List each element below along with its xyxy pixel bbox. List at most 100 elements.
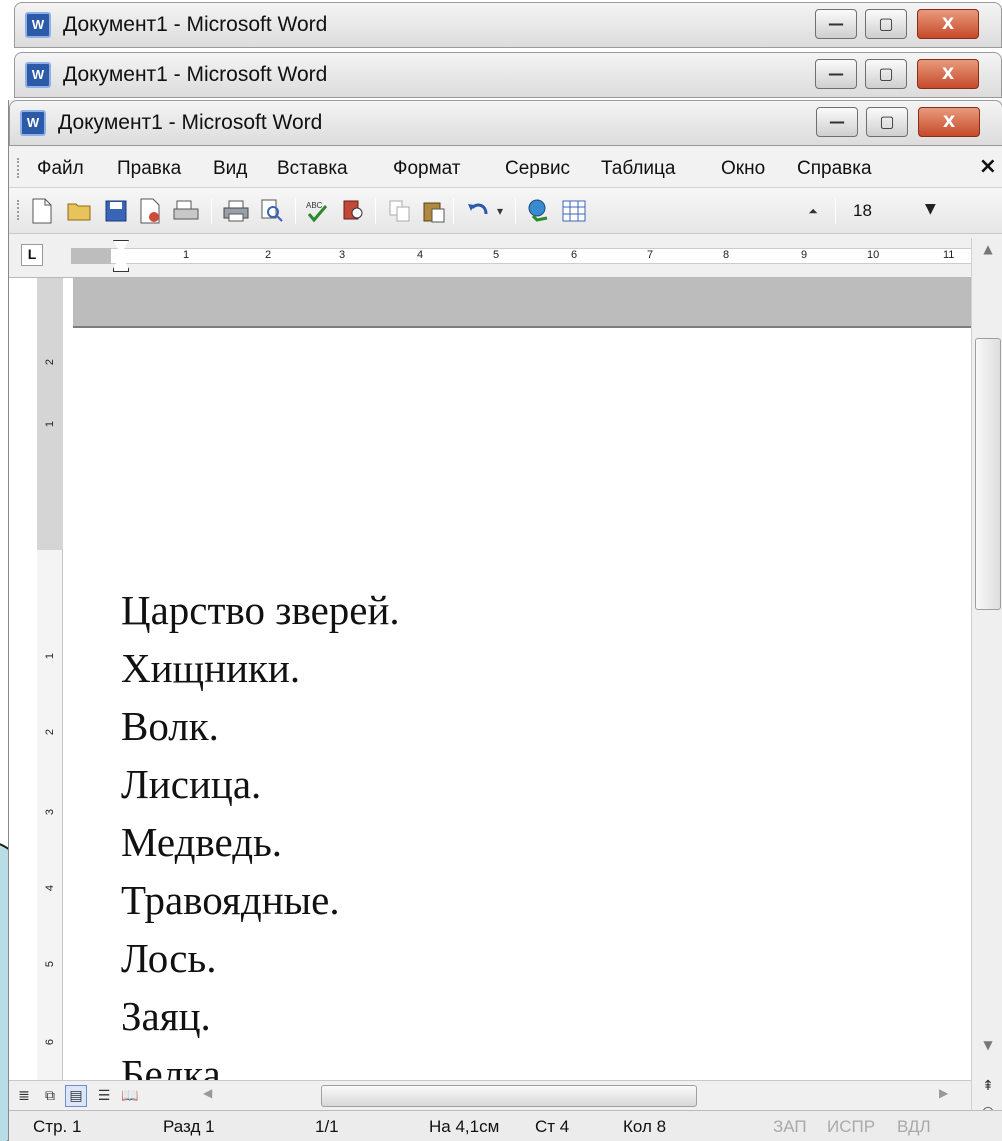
- maximize-button[interactable]: ▢: [866, 107, 908, 137]
- ruler-number: 8: [723, 249, 730, 261]
- menu-format[interactable]: Формат: [393, 158, 461, 180]
- menu-file[interactable]: Файл: [37, 158, 84, 180]
- spelling-icon[interactable]: ABC: [303, 196, 333, 226]
- save-icon[interactable]: [101, 196, 131, 226]
- close-button[interactable]: X: [917, 59, 979, 89]
- ruler-number: 9: [801, 249, 808, 261]
- document-area[interactable]: 2 1 1 2 3 4 5 6 7 Царство зверей. Хищник…: [9, 278, 971, 1121]
- main-window-titlebar[interactable]: W Документ1 - Microsoft Word — ▢ X: [9, 100, 1002, 146]
- vertical-ruler-number: 1: [44, 420, 56, 428]
- reading-layout-view-icon[interactable]: 📖: [119, 1085, 141, 1107]
- ruler-number: 11: [943, 249, 955, 261]
- vertical-ruler-number: 2: [44, 358, 56, 366]
- status-record[interactable]: ЗАП: [773, 1117, 807, 1137]
- menu-tools[interactable]: Сервис: [505, 158, 570, 180]
- vertical-scroll-thumb[interactable]: [975, 338, 1001, 610]
- status-bar: Стр. 1 Разд 1 1/1 На 4,1см Ст 4 Кол 8 ЗА…: [9, 1110, 1002, 1141]
- undo-icon[interactable]: [463, 196, 493, 226]
- print-layout-view-icon[interactable]: ▤: [65, 1085, 87, 1107]
- vertical-ruler-number: 2: [44, 728, 56, 736]
- minimize-button[interactable]: —: [816, 107, 858, 137]
- previous-page-icon[interactable]: ⇞: [974, 1078, 1002, 1094]
- maximize-button[interactable]: ▢: [865, 59, 907, 89]
- toolbar-separator: [453, 198, 454, 224]
- menu-window[interactable]: Окно: [721, 158, 765, 180]
- scroll-left-icon[interactable]: ◀: [203, 1086, 212, 1100]
- window-title: Документ1 - Microsoft Word: [63, 13, 328, 36]
- vertical-ruler-number: 5: [44, 960, 56, 968]
- copy-icon[interactable]: [385, 196, 415, 226]
- minimize-button[interactable]: —: [815, 59, 857, 89]
- menu-insert[interactable]: Вставка: [277, 158, 348, 180]
- hyperlink-icon[interactable]: [523, 196, 553, 226]
- scroll-up-icon[interactable]: ▲: [974, 242, 1002, 266]
- menu-grip[interactable]: [17, 158, 20, 178]
- minimize-button[interactable]: —: [815, 9, 857, 39]
- toolbar-options-icon[interactable]: ⏶: [805, 196, 821, 226]
- ruler-number: 10: [867, 249, 880, 261]
- word-app-icon: W: [25, 62, 51, 88]
- page-gap: [73, 278, 971, 328]
- vertical-scrollbar[interactable]: ▲ ▼ ⇞ ○ ⇟: [971, 238, 1002, 1141]
- web-layout-view-icon[interactable]: ⧉: [39, 1085, 61, 1107]
- ruler-number: 6: [571, 249, 578, 261]
- standard-toolbar: ABC ▾ ⏶ 18 ▼: [9, 188, 1002, 234]
- status-extend[interactable]: ВДЛ: [897, 1117, 931, 1137]
- document-line: Травоядные.: [121, 877, 340, 923]
- ruler-number: 7: [647, 249, 654, 261]
- window-title: Документ1 - Microsoft Word: [63, 63, 328, 86]
- toolbar-separator: [375, 198, 376, 224]
- permission-icon[interactable]: [135, 196, 165, 226]
- background-window-titlebar-1[interactable]: W Документ1 - Microsoft Word — ▢ X: [14, 2, 1002, 48]
- scroll-down-icon[interactable]: ▼: [974, 1038, 1002, 1062]
- vertical-ruler-number: 6: [44, 1038, 56, 1046]
- document-line: Лось.: [121, 935, 217, 981]
- open-folder-icon[interactable]: [65, 196, 95, 226]
- print-preview-icon[interactable]: [257, 196, 287, 226]
- horizontal-scroll-thumb[interactable]: [321, 1085, 697, 1107]
- word-window: W Документ1 - Microsoft Word — ▢ X Файл …: [8, 100, 1002, 1141]
- status-track-changes[interactable]: ИСПР: [827, 1117, 875, 1137]
- ruler-number: 2: [265, 249, 272, 261]
- menu-edit[interactable]: Правка: [117, 158, 181, 180]
- new-document-icon[interactable]: [27, 196, 57, 226]
- document-line: Медведь.: [121, 819, 283, 865]
- vertical-ruler-number: 4: [44, 884, 56, 892]
- document-line: Заяц.: [121, 993, 211, 1039]
- print-preview-mail-icon[interactable]: [171, 196, 201, 226]
- window-title: Документ1 - Microsoft Word: [58, 111, 323, 134]
- word-app-icon: W: [20, 110, 46, 136]
- font-size-box[interactable]: 18: [845, 197, 925, 225]
- menu-view[interactable]: Вид: [213, 158, 247, 180]
- menu-bar: Файл Правка Вид Вставка Формат Сервис Та…: [9, 148, 1002, 188]
- toolbar-grip[interactable]: [17, 200, 20, 220]
- close-document-icon[interactable]: ×: [979, 154, 997, 179]
- status-column: Кол 8: [623, 1117, 667, 1136]
- outline-view-icon[interactable]: ☰: [93, 1085, 115, 1107]
- document-line: Хищники.: [121, 645, 301, 691]
- ruler-number: 1: [183, 249, 190, 261]
- paste-icon[interactable]: [419, 196, 449, 226]
- print-icon[interactable]: [221, 196, 251, 226]
- vertical-ruler[interactable]: 2 1 1 2 3 4 5 6 7: [37, 278, 63, 1121]
- close-button[interactable]: X: [918, 107, 980, 137]
- view-and-horizontal-scroll-row: ≣ ⧉ ▤ ☰ 📖 ◀ ▶: [9, 1080, 971, 1110]
- scroll-right-icon[interactable]: ▶: [939, 1086, 948, 1100]
- menu-table[interactable]: Таблица: [601, 158, 676, 180]
- vertical-ruler-number: 3: [44, 808, 56, 816]
- screenshot: W Документ1 - Microsoft Word — ▢ X W Док…: [0, 0, 1002, 1141]
- toolbar-separator: [835, 198, 836, 224]
- undo-dropdown-icon[interactable]: ▾: [491, 196, 509, 226]
- insert-table-icon[interactable]: [559, 196, 589, 226]
- horizontal-ruler[interactable]: L 1 2 3 4 5 6 7 8 9 10 11: [9, 234, 1002, 278]
- ruler-number: 3: [339, 249, 346, 261]
- maximize-button[interactable]: ▢: [865, 9, 907, 39]
- font-size-dropdown-icon[interactable]: ▼: [925, 201, 936, 217]
- menu-help[interactable]: Справка: [797, 158, 872, 180]
- tab-selector[interactable]: L: [21, 244, 43, 266]
- normal-view-icon[interactable]: ≣: [13, 1085, 35, 1107]
- background-window-titlebar-2[interactable]: W Документ1 - Microsoft Word — ▢ X: [14, 52, 1002, 98]
- close-button[interactable]: X: [917, 9, 979, 39]
- vertical-ruler-number: 1: [44, 652, 56, 660]
- research-icon[interactable]: [339, 196, 369, 226]
